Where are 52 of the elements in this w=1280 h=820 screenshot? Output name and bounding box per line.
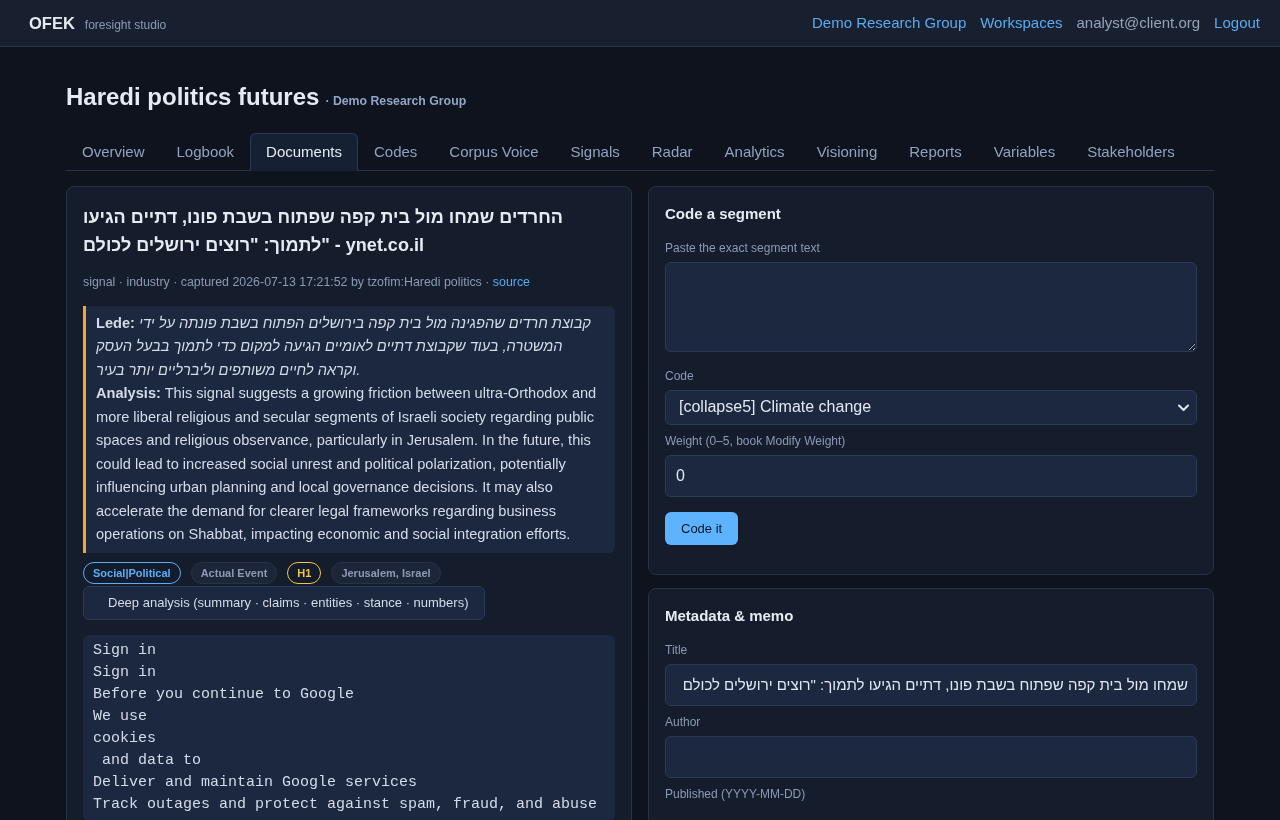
content-line: Sign in [93, 640, 157, 661]
tag-badge: Jerusalem, Israel [331, 561, 441, 584]
content-line: Track outages and protect against spam, fraud, and abuse [93, 794, 599, 815]
card-heading: Metadata & memo [665, 605, 795, 626]
input-field[interactable]: שמחו מול בית קפה שפתוח בשבת פונו, דתיים הגיעו לתמוך: "רוצים ירושלים לכולם [665, 663, 1197, 706]
document-meta-text: signal · industry · captured 2026-07-13 17:21:52 by tzofim:Haredi politics · [83, 274, 490, 289]
nav-link[interactable]: Workspaces [980, 11, 1063, 35]
field-label: Paste the exact segment text [665, 239, 821, 256]
content-line: Deliver and maintain Google services [93, 772, 419, 793]
input-field[interactable]: 0 [665, 454, 1197, 497]
tab[interactable]: Codes [357, 132, 434, 171]
tag-badge: Social|Political [83, 561, 181, 584]
tab[interactable]: Logbook [160, 132, 251, 171]
content-line: We use [93, 706, 148, 727]
content-line: Before you continue to Google [93, 684, 356, 705]
tab[interactable]: Documents [250, 132, 358, 171]
tag-badge: H1 [287, 561, 322, 584]
textarea-field[interactable] [665, 261, 1197, 352]
tab[interactable]: Radar [635, 132, 709, 171]
brand-tagline: foresight studio [84, 16, 167, 34]
dropdown-select[interactable]: [collapse5] Climate change [665, 389, 1197, 425]
tab[interactable]: Stakeholders [1071, 132, 1191, 171]
content-line: cookies [93, 728, 157, 749]
document-title: החרדים שמחו מול בית קפה שפתוח בשבת פונו, דתיים הגיעו לתמוך: "רוצים ירושלים לכולם" - ynet.co.il [83, 205, 564, 257]
page-title: Haredi politics futures [66, 83, 320, 112]
tab[interactable]: Overview [66, 132, 161, 171]
tab[interactable]: Analytics [708, 132, 801, 171]
workspace-group-label: · Demo Research Group [325, 93, 467, 110]
nav-link[interactable]: Logout [1214, 11, 1260, 35]
brand-logo-text[interactable]: OFEK [29, 10, 75, 36]
analysis-text: Analysis: This signal suggests a growing friction between ultra-Orthodox and more liberal religious and secular segments of Israeli society regarding public spaces and religious observance, particularly in Jerusalem. In the future, this could lead to increased social unrest and political polarization, potentially influencing urban planning and local governance decisions. It may also accelerate the demand for clearer legal frameworks regarding business operations on Shabbat, impacting economic and social integration efforts. [96, 384, 598, 545]
submit-button[interactable]: Code it [665, 511, 739, 545]
tab[interactable]: Corpus Voice [433, 132, 555, 171]
field-label: Author [665, 713, 702, 730]
chevron-down-icon [1178, 403, 1189, 412]
input-field[interactable] [665, 735, 1197, 778]
field-label: Title [665, 641, 689, 658]
tab[interactable]: Signals [554, 132, 636, 171]
content-line: and data to [101, 750, 203, 771]
tag-badge: Actual Event [190, 561, 278, 584]
source-link[interactable]: source [492, 274, 530, 289]
user-email: analyst@client.org [1076, 12, 1201, 33]
content-line: Sign in [93, 662, 157, 683]
nav-link[interactable]: Demo Research Group [812, 11, 967, 35]
tab[interactable]: Variables [977, 132, 1072, 171]
tab[interactable]: Reports [893, 132, 978, 171]
field-label: Published (YYYY-MM-DD) [665, 785, 807, 802]
field-label: Weight (0–5, book Modify Weight) [665, 432, 847, 449]
tab[interactable]: Visioning [800, 132, 894, 171]
deep-analysis-toggle[interactable]: Deep analysis (summary · claims · entities · stance · numbers) [83, 585, 485, 620]
card-heading: Code a segment [665, 203, 782, 224]
field-label: Code [665, 367, 695, 384]
